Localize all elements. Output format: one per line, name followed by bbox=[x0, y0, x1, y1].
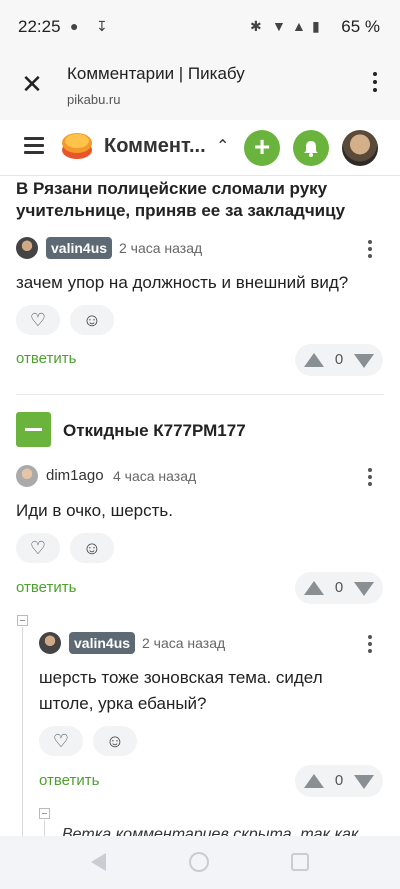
comment-menu-icon[interactable] bbox=[367, 468, 373, 488]
add-post-button[interactable]: + bbox=[244, 130, 280, 166]
comment-time: 2 часа назад bbox=[142, 635, 226, 651]
comment-header: valin4us 2 часа назад bbox=[16, 237, 384, 261]
system-nav-bar bbox=[0, 836, 400, 889]
rating-value: 0 bbox=[334, 579, 344, 596]
emoji-add-icon[interactable]: ☺ bbox=[70, 305, 114, 335]
comment-time: 4 часа назад bbox=[113, 468, 197, 484]
chat-notification-icon: ● bbox=[70, 18, 79, 34]
page-title: Коммент... bbox=[104, 135, 206, 157]
comment-rating: 0 bbox=[295, 344, 383, 376]
comment-rating: 0 bbox=[295, 572, 383, 604]
status-time: 22:25 bbox=[18, 17, 61, 36]
avatar[interactable] bbox=[16, 237, 38, 259]
battery-level: 65 % bbox=[341, 17, 380, 36]
home-icon[interactable] bbox=[189, 852, 209, 872]
thread-line bbox=[22, 627, 23, 836]
overflow-menu-icon[interactable] bbox=[372, 72, 378, 96]
heart-icon[interactable]: ♡ bbox=[16, 305, 60, 335]
avatar[interactable] bbox=[39, 632, 61, 654]
user-avatar[interactable] bbox=[342, 130, 378, 166]
collapse-story-button[interactable] bbox=[16, 412, 51, 447]
collapse-thread-button[interactable] bbox=[17, 615, 28, 626]
downvote-icon[interactable] bbox=[354, 354, 374, 368]
chevron-up-icon[interactable]: ⌃ bbox=[216, 136, 229, 156]
comment-text: зачем упор на должность и внешний вид? bbox=[16, 273, 349, 292]
comment-menu-icon[interactable] bbox=[367, 635, 373, 655]
rating-value: 0 bbox=[334, 351, 344, 368]
comment-author[interactable]: valin4us bbox=[46, 237, 113, 259]
comment-text: штоле, урка ебаный? bbox=[39, 694, 207, 713]
rating-value: 0 bbox=[334, 772, 344, 789]
wifi-icon: ▼ bbox=[272, 18, 286, 34]
comment-text: Иди в очко, шерсть. bbox=[16, 501, 173, 520]
upvote-icon[interactable] bbox=[304, 581, 324, 595]
hidden-branch-note[interactable]: Ветка комментариев скрыта, так как bbox=[62, 826, 358, 836]
download-icon: ↧ bbox=[96, 18, 108, 34]
status-bar: 22:25 ● ↧ ✱ ▼ ▲ ▮ 65 % bbox=[0, 0, 400, 50]
reply-button[interactable]: ответить bbox=[39, 772, 99, 789]
recent-apps-icon[interactable] bbox=[291, 853, 309, 871]
story-title[interactable]: Откидные К777РМ177 bbox=[63, 421, 246, 441]
avatar[interactable] bbox=[16, 465, 38, 487]
notifications-button[interactable] bbox=[293, 130, 329, 166]
heart-icon[interactable]: ♡ bbox=[16, 533, 60, 563]
comments-feed: В Рязани полицейские сломали руку учител… bbox=[0, 176, 400, 836]
signal-icon: ▲ bbox=[292, 18, 306, 34]
comment-header: valin4us 2 часа назад bbox=[39, 632, 384, 656]
back-icon[interactable] bbox=[91, 853, 106, 871]
downvote-icon[interactable] bbox=[354, 775, 374, 789]
heart-icon[interactable]: ♡ bbox=[39, 726, 83, 756]
emoji-add-icon[interactable]: ☺ bbox=[93, 726, 137, 756]
collapse-thread-button[interactable] bbox=[39, 808, 50, 819]
divider bbox=[16, 394, 384, 395]
site-header: Коммент... ⌃ + bbox=[0, 120, 400, 176]
comment-author[interactable]: valin4us bbox=[69, 632, 136, 654]
emoji-add-icon[interactable]: ☺ bbox=[70, 533, 114, 563]
browser-url: pikabu.ru bbox=[67, 92, 121, 107]
pikabu-logo[interactable] bbox=[60, 128, 94, 162]
comment-time: 2 часа назад bbox=[119, 240, 203, 256]
reply-button[interactable]: ответить bbox=[16, 350, 76, 367]
comment-rating: 0 bbox=[295, 765, 383, 797]
close-icon[interactable]: ✕ bbox=[18, 70, 46, 98]
bell-icon bbox=[304, 141, 318, 157]
downvote-icon[interactable] bbox=[354, 582, 374, 596]
post-title[interactable]: В Рязани полицейские сломали руку учител… bbox=[16, 178, 386, 222]
reply-button[interactable]: ответить bbox=[16, 579, 76, 596]
upvote-icon[interactable] bbox=[304, 353, 324, 367]
battery-icon: ▮ bbox=[312, 18, 320, 34]
browser-toolbar: ✕ Комментарии | Пикабу pikabu.ru bbox=[0, 50, 400, 120]
browser-title: Комментарии | Пикабу bbox=[67, 64, 245, 83]
upvote-icon[interactable] bbox=[304, 774, 324, 788]
menu-icon[interactable] bbox=[24, 137, 44, 155]
comment-author[interactable]: dim1ago bbox=[46, 467, 104, 484]
thread-line bbox=[44, 820, 45, 836]
bluetooth-icon: ✱ bbox=[250, 18, 262, 34]
comment-menu-icon[interactable] bbox=[367, 240, 373, 260]
comment-text: шерсть тоже зоновская тема. сидел bbox=[39, 668, 323, 687]
comment-header: dim1ago 4 часа назад bbox=[16, 465, 384, 489]
